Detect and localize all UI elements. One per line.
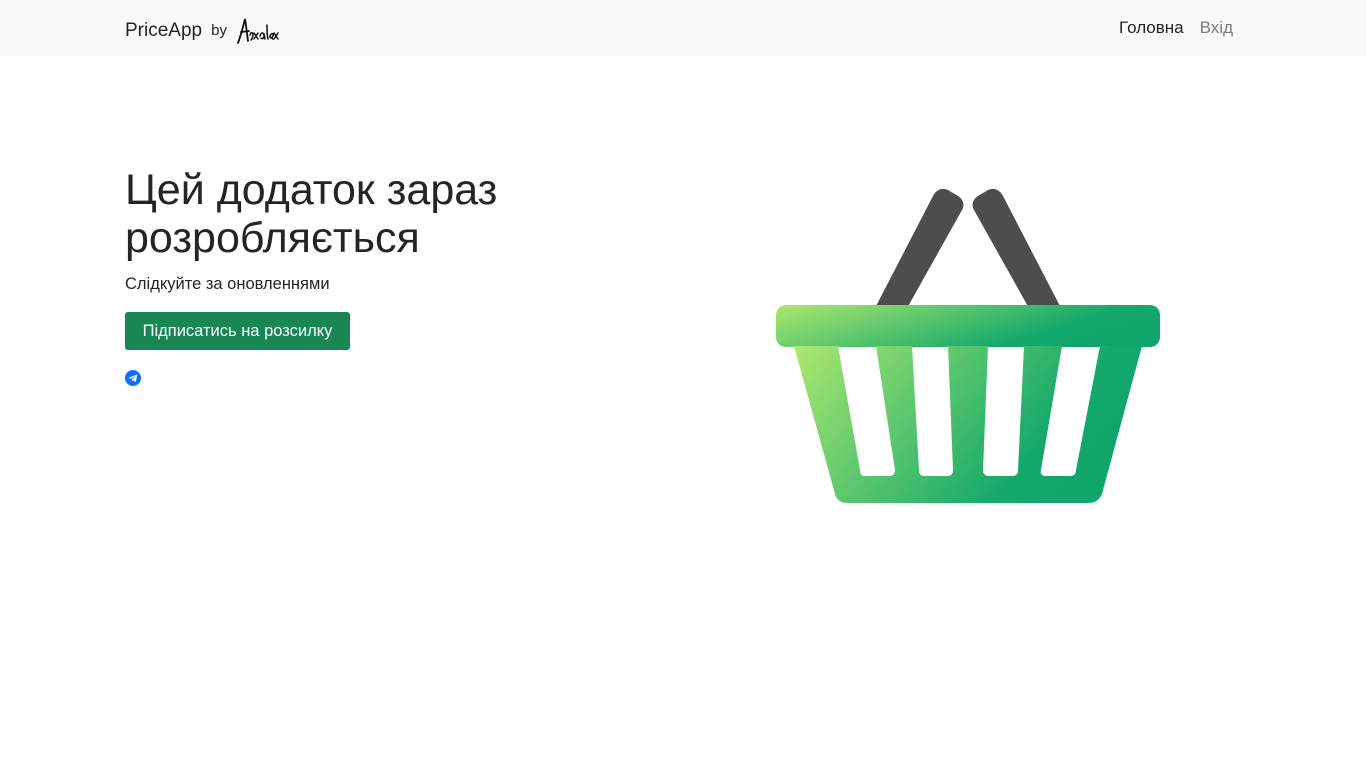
hero-title: Цей додаток зараз розробляється bbox=[125, 166, 498, 262]
arxalex-logo-icon bbox=[237, 18, 279, 44]
brand-name: PriceApp bbox=[125, 19, 203, 41]
hero-subtitle: Слідкуйте за оновленнями bbox=[125, 275, 330, 293]
telegram-icon bbox=[125, 370, 141, 386]
nav-link-login[interactable]: Вхід bbox=[1200, 17, 1233, 39]
shopping-basket-icon bbox=[776, 188, 1160, 503]
top-navbar: PriceApp by Головна Вхід bbox=[0, 0, 1366, 56]
nav-links: Головна Вхід bbox=[1119, 17, 1233, 39]
brand-by-text: by bbox=[211, 21, 227, 39]
brand-link[interactable]: PriceApp by bbox=[125, 16, 279, 45]
nav-link-home[interactable]: Головна bbox=[1119, 17, 1184, 39]
subscribe-button[interactable]: Підписатись на розсилку bbox=[125, 312, 350, 350]
telegram-link[interactable] bbox=[125, 370, 141, 386]
